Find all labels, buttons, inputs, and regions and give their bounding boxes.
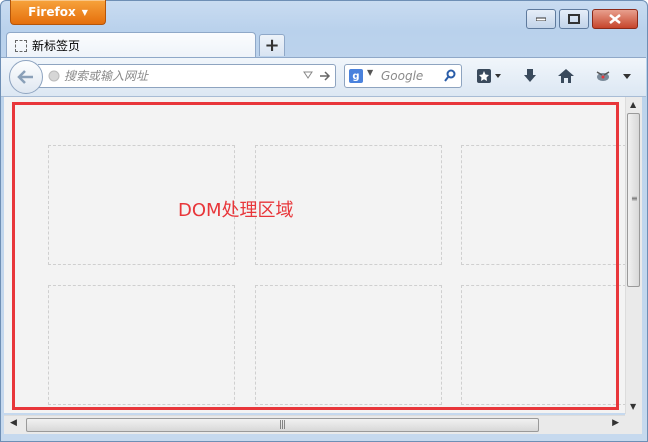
history-dropdown-icon[interactable] [303, 70, 313, 80]
minimize-button[interactable] [526, 9, 556, 29]
chevron-down-icon: ▼ [81, 7, 88, 17]
blank-page-icon [15, 39, 27, 52]
horizontal-scroll-thumb[interactable]: ||| [26, 418, 539, 432]
new-tab-tile[interactable] [461, 145, 626, 265]
overflow-menu-button[interactable] [620, 66, 634, 86]
google-engine-icon[interactable]: g [349, 69, 363, 83]
scroll-right-icon[interactable]: ▶ [612, 418, 619, 428]
vertical-scroll-thumb[interactable]: ≡ [627, 113, 640, 287]
search-input[interactable] [381, 67, 441, 85]
addon-button[interactable] [592, 66, 614, 86]
scrollbar-corner [625, 414, 642, 434]
minimize-icon [536, 17, 546, 21]
scroll-up-icon[interactable]: ▲ [630, 100, 636, 109]
search-icon[interactable] [443, 69, 457, 83]
home-button[interactable] [556, 66, 576, 86]
close-icon [609, 14, 621, 24]
new-tab-tile[interactable] [48, 285, 235, 405]
globe-icon [48, 70, 60, 82]
bookmarks-button[interactable] [474, 66, 506, 86]
firefox-menu-button[interactable]: Firefox ▼ [10, 0, 106, 25]
back-button[interactable] [9, 60, 43, 94]
home-icon [558, 69, 574, 83]
scroll-left-icon[interactable]: ◀ [10, 418, 17, 428]
firefox-menu-label: Firefox [28, 5, 76, 19]
grip-icon: ≡ [631, 194, 638, 203]
close-button[interactable] [592, 9, 638, 29]
menu-icon [623, 74, 631, 79]
window-controls [526, 9, 638, 29]
search-bar[interactable]: g ▼ [344, 64, 462, 88]
url-input[interactable] [64, 67, 294, 85]
go-arrow-icon[interactable] [319, 70, 331, 82]
new-tab-tile[interactable] [255, 285, 442, 405]
vertical-scrollbar[interactable]: ▲ ≡ ▼ [625, 97, 642, 414]
tab-title: 新标签页 [32, 39, 81, 53]
back-arrow-icon [17, 70, 33, 84]
grip-icon: ||| [279, 420, 286, 430]
maximize-icon [568, 14, 580, 24]
dom-area-label: DOM处理区域 [178, 200, 294, 221]
maximize-button[interactable] [559, 9, 589, 29]
engine-dropdown-icon[interactable]: ▼ [367, 68, 373, 77]
new-tab-button[interactable]: + [259, 34, 285, 56]
scroll-down-icon[interactable]: ▼ [630, 402, 636, 411]
url-bar[interactable] [38, 64, 336, 88]
downloads-button[interactable] [520, 66, 540, 86]
plus-icon: + [264, 35, 280, 56]
addon-icon [596, 71, 610, 81]
tab-new-tab[interactable]: 新标签页 [6, 32, 256, 58]
horizontal-scrollbar[interactable]: ◀ ||| ▶ [4, 415, 625, 434]
bookmarks-icon [477, 69, 501, 83]
new-tab-tile[interactable] [461, 285, 626, 405]
download-icon [524, 69, 536, 82]
